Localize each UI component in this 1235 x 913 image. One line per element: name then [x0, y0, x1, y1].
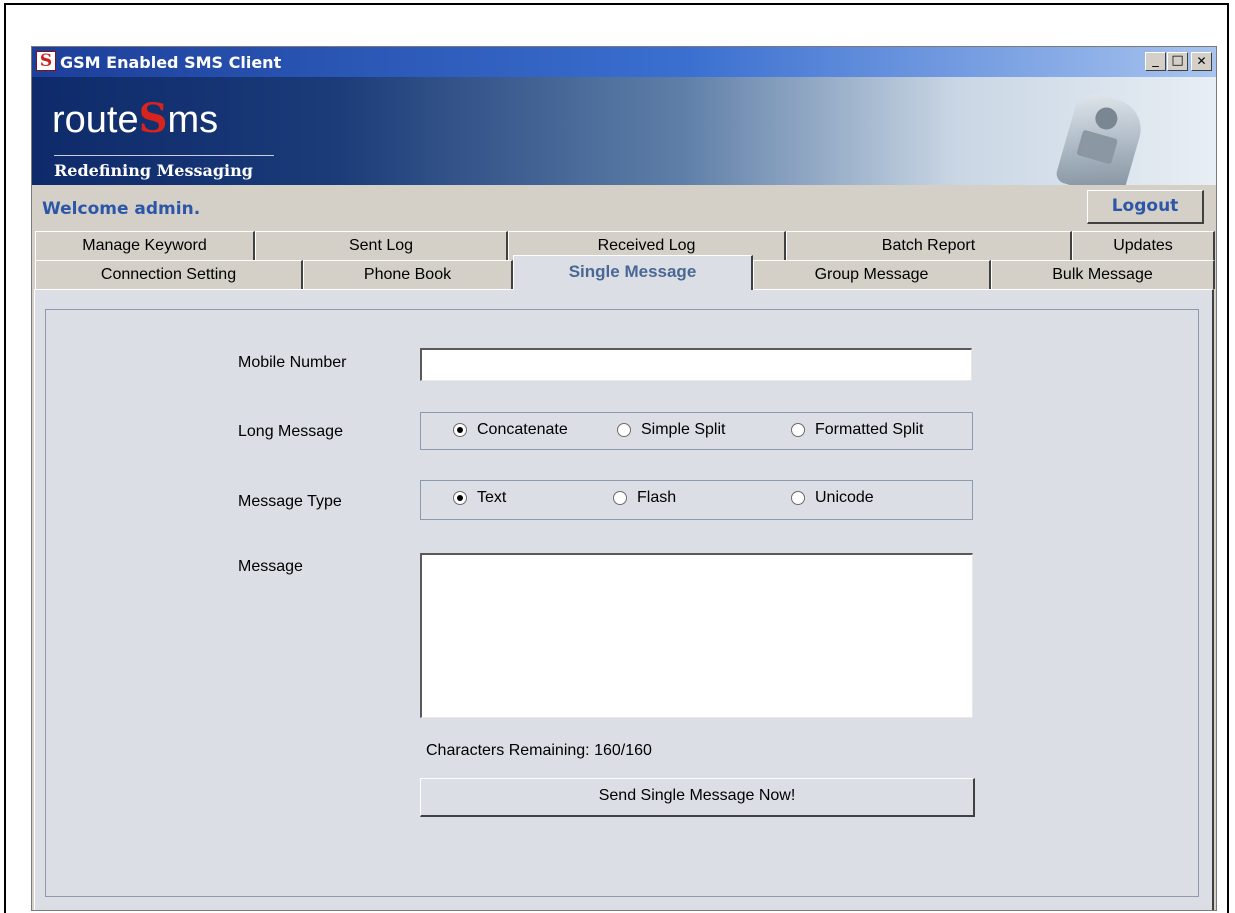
tab-phone-book[interactable]: Phone Book [303, 260, 513, 289]
brand-divider [54, 155, 274, 156]
radio-label: Simple Split [641, 421, 726, 438]
app-logo-icon: S [36, 51, 56, 71]
phone-speaker [1092, 104, 1120, 133]
radio-indicator [617, 423, 631, 437]
message-label: Message [238, 558, 303, 575]
radio-indicator [613, 491, 627, 505]
mobile-number-label: Mobile Number [238, 354, 347, 371]
window-title: GSM Enabled SMS Client [60, 53, 282, 72]
maximize-button[interactable]: □ [1167, 52, 1188, 71]
tab-batch-report[interactable]: Batch Report [786, 231, 1072, 260]
close-button[interactable]: ✕ [1191, 52, 1212, 71]
minimize-button[interactable]: _ [1145, 52, 1166, 71]
radio-indicator [791, 491, 805, 505]
welcome-bar: Welcome admin. Logout [32, 185, 1216, 225]
brand-tagline: Redefining Messaging [54, 161, 253, 180]
radio-label: Flash [637, 489, 677, 506]
tab-manage-keyword[interactable]: Manage Keyword [35, 231, 255, 260]
welcome-message: Welcome admin. [42, 199, 201, 219]
tab-connection-setting[interactable]: Connection Setting [35, 260, 303, 289]
characters-remaining: Characters Remaining: 160/160 [426, 742, 652, 759]
tab-bulk-message[interactable]: Bulk Message [991, 260, 1215, 289]
brand-logo-right: ms [167, 99, 219, 141]
tab-row-front: Connection Setting Phone Book Single Mes… [35, 255, 1215, 290]
logout-button[interactable]: Logout [1087, 190, 1204, 224]
brand-banner: routeSms Redefining Messaging [32, 77, 1216, 185]
message-textarea[interactable] [420, 553, 973, 718]
tab-updates[interactable]: Updates [1072, 231, 1215, 260]
radio-indicator [453, 491, 467, 505]
brand-logo: routeSms [52, 95, 218, 142]
app-window: S GSM Enabled SMS Client _ □ ✕ routeSms … [31, 46, 1217, 911]
tab-group-message[interactable]: Group Message [753, 260, 991, 289]
brand-logo-left: route [52, 99, 139, 141]
tab-sent-log[interactable]: Sent Log [255, 231, 508, 260]
message-type-label: Message Type [238, 493, 342, 510]
message-type-options: Text Flash Unicode [420, 480, 973, 520]
phone-image [1054, 89, 1148, 185]
radio-label: Text [477, 489, 507, 506]
radio-indicator [453, 423, 467, 437]
radio-label: Concatenate [477, 421, 568, 438]
tab-single-message[interactable]: Single Message [513, 255, 753, 290]
title-bar[interactable]: S GSM Enabled SMS Client _ □ ✕ [32, 47, 1216, 77]
radio-indicator [791, 423, 805, 437]
long-message-options: Concatenate Simple Split Formatted Split [420, 412, 973, 450]
radio-label: Formatted Split [815, 421, 924, 438]
mobile-number-input[interactable] [420, 348, 972, 381]
brand-logo-mark: S [138, 95, 168, 142]
send-single-message-button[interactable]: Send Single Message Now! [420, 778, 975, 817]
radio-label: Unicode [815, 489, 874, 506]
single-message-panel: Mobile Number Long Message Concatenate S… [34, 289, 1214, 910]
phone-screen [1076, 129, 1119, 165]
long-message-label: Long Message [238, 423, 343, 440]
